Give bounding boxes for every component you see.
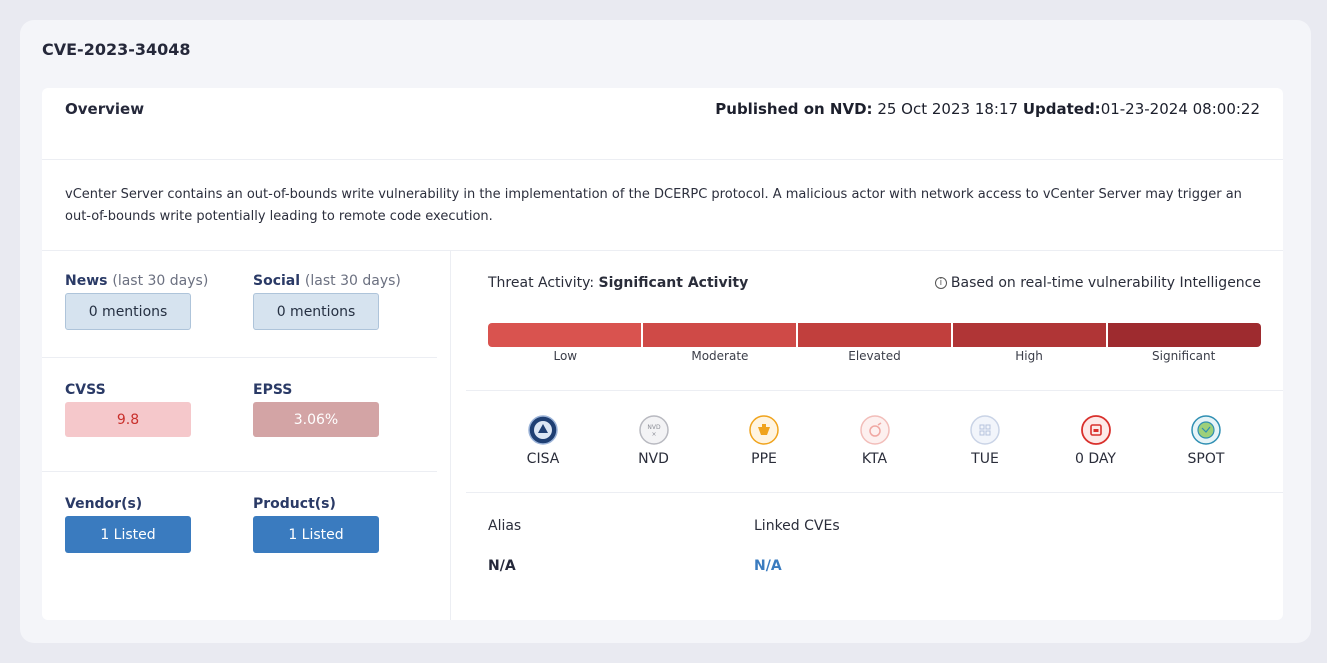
spot-icon [1191, 415, 1221, 445]
threat-panel: Threat Activity: Significant Activity i … [452, 251, 1283, 620]
published-value: 25 Oct 2023 18:17 [877, 100, 1019, 118]
svg-text:×: × [651, 431, 656, 438]
updated-label: Updated: [1022, 100, 1101, 118]
svg-text:NVD: NVD [647, 424, 661, 431]
overview-header: Overview Published on NVD: 25 Oct 2023 1… [42, 88, 1283, 160]
overview-card: Overview Published on NVD: 25 Oct 2023 1… [42, 88, 1283, 620]
epss-score-badge: 3.06% [253, 402, 379, 437]
news-sub: (last 30 days) [112, 273, 209, 289]
scores-section: CVSS 9.8 EPSS 3.06% [42, 358, 437, 472]
threat-scale-label: Significant [1152, 349, 1216, 363]
source-tue[interactable]: TUE [930, 415, 1040, 467]
threat-scale-bar [488, 323, 1261, 347]
source-label: CISA [526, 451, 560, 467]
social-label: Social [253, 273, 301, 289]
social-metric: Social (last 30 days) 0 mentions [253, 273, 423, 330]
linked-cves-label: Linked CVEs [754, 518, 840, 534]
threat-segment-elevated [798, 323, 953, 347]
alias-label: Alias [488, 518, 522, 534]
threat-segment-low [488, 323, 643, 347]
cve-panel: CVE-2023-34048 Overview Published on NVD… [20, 20, 1311, 643]
info-icon: i [934, 277, 947, 289]
source-cisa[interactable]: CISA [488, 415, 598, 467]
source-nvd[interactable]: NVD × NVD [599, 415, 709, 467]
alias-value: N/A [488, 558, 516, 574]
news-metric: News (last 30 days) 0 mentions [65, 273, 235, 330]
source-kta[interactable]: KTA [820, 415, 930, 467]
social-sub: (last 30 days) [304, 273, 401, 289]
threat-scale-labels: Low Moderate Elevated High Significant [488, 349, 1261, 363]
cve-id-title: CVE-2023-34048 [42, 40, 191, 59]
overview-title: Overview [65, 100, 145, 118]
products-metric: Product(s) 1 Listed [253, 496, 423, 553]
cisa-seal-icon [528, 415, 558, 445]
vendors-metric: Vendor(s) 1 Listed [65, 496, 235, 553]
epss-metric: EPSS 3.06% [253, 382, 423, 437]
threat-info-text: Based on real-time vulnerability Intelli… [950, 275, 1261, 291]
products-button[interactable]: 1 Listed [253, 516, 379, 553]
nvd-icon: NVD × [638, 415, 669, 445]
source-label: NVD [638, 451, 669, 467]
social-mentions-badge[interactable]: 0 mentions [253, 293, 379, 330]
threat-segment-moderate [643, 323, 798, 347]
linked-cves-value[interactable]: N/A [754, 558, 782, 574]
published-label: Published on NVD: [715, 100, 873, 118]
intel-sources: CISA NVD × NVD PPE KTA TUE 0 DAY SPOT [488, 415, 1261, 467]
cvss-label: CVSS [65, 382, 106, 398]
news-mentions-badge[interactable]: 0 mentions [65, 293, 191, 330]
threat-level: Significant Activity [598, 275, 749, 291]
source-zero-day[interactable]: 0 DAY [1041, 415, 1151, 467]
threat-segment-high [953, 323, 1108, 347]
zero-day-icon [1080, 415, 1111, 445]
threat-segment-significant [1108, 323, 1261, 347]
publish-dates: Published on NVD: 25 Oct 2023 18:17 Upda… [715, 100, 1260, 118]
source-label: SPOT [1187, 451, 1225, 467]
threat-activity: Threat Activity: Significant Activity [488, 275, 748, 291]
source-spot[interactable]: SPOT [1151, 415, 1261, 467]
source-label: PPE [751, 451, 777, 467]
source-ppe[interactable]: PPE [709, 415, 819, 467]
divider [466, 492, 1283, 493]
products-label: Product(s) [253, 496, 336, 512]
vendors-button[interactable]: 1 Listed [65, 516, 191, 553]
divider [466, 390, 1283, 391]
tue-icon [970, 415, 1000, 445]
affected-section: Vendor(s) 1 Listed Product(s) 1 Listed [42, 472, 437, 620]
threat-scale-label: Low [553, 349, 578, 363]
source-label: KTA [861, 451, 888, 467]
threat-info[interactable]: i Based on real-time vulnerability Intel… [934, 275, 1261, 291]
threat-scale-label: High [1015, 349, 1043, 363]
source-label: 0 DAY [1075, 451, 1116, 467]
metrics-panel: News (last 30 days) 0 mentions Social (l… [42, 251, 451, 620]
source-label: TUE [971, 451, 999, 467]
vendors-label: Vendor(s) [65, 496, 143, 512]
mentions-section: News (last 30 days) 0 mentions Social (l… [42, 251, 437, 358]
news-label: News [65, 273, 108, 289]
threat-label: Threat Activity: [488, 275, 595, 291]
updated-value: 01-23-2024 08:00:22 [1100, 100, 1260, 118]
threat-scale-label: Moderate [691, 349, 749, 363]
epss-label: EPSS [253, 382, 293, 398]
cvss-score-badge: 9.8 [65, 402, 191, 437]
kta-icon [859, 415, 890, 445]
threat-scale-label: Elevated [848, 349, 901, 363]
ppe-icon [749, 415, 779, 445]
cve-description: vCenter Server contains an out-of-bounds… [65, 187, 1242, 224]
cvss-metric: CVSS 9.8 [65, 382, 235, 437]
